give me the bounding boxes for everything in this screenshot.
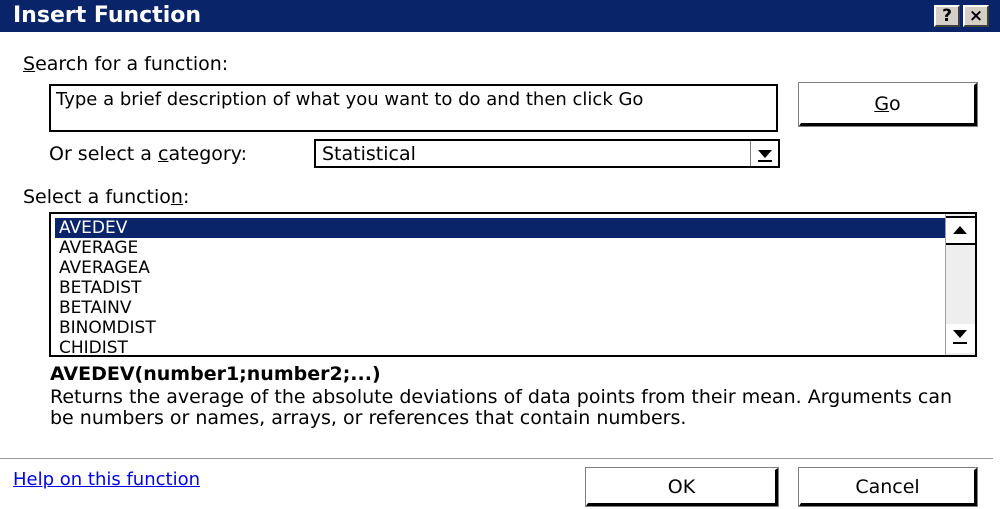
dialog-title: Insert Function [13, 3, 202, 28]
function-list[interactable]: AVEDEV AVERAGE AVERAGEA BETADIST BETAINV… [49, 212, 977, 357]
chevron-down-icon [758, 150, 772, 158]
ok-button[interactable]: OK [585, 467, 779, 507]
search-input[interactable]: Type a brief description of what you wan… [49, 84, 778, 132]
scroll-up-button[interactable] [946, 216, 975, 245]
function-list-label: Select a function: [23, 186, 190, 208]
function-syntax: AVEDEV(number1;number2;...) [50, 363, 381, 385]
function-description: Returns the average of the absolute devi… [50, 386, 953, 429]
title-bar[interactable]: Insert Function ? × [0, 0, 1000, 32]
list-item[interactable]: BINOMDIST [55, 318, 945, 338]
arrow-down-icon [953, 330, 967, 338]
scroll-down-button[interactable] [946, 324, 975, 353]
category-select[interactable]: Statistical [314, 139, 780, 168]
category-label: Or select a category: [49, 143, 247, 165]
divider [0, 458, 993, 459]
list-item[interactable]: AVERAGEA [55, 258, 945, 278]
go-button[interactable]: Go [798, 82, 978, 127]
dropdown-arrow-button[interactable] [750, 141, 778, 166]
list-item[interactable]: AVERAGE [55, 238, 945, 258]
close-button[interactable]: × [963, 5, 989, 27]
category-value: Statistical [322, 143, 416, 165]
cancel-button[interactable]: Cancel [798, 467, 978, 507]
list-scrollbar[interactable] [945, 214, 975, 355]
help-link[interactable]: Help on this function [13, 469, 200, 491]
arrow-up-icon [953, 226, 967, 234]
list-item[interactable]: BETADIST [55, 278, 945, 298]
search-label: Search for a function: [23, 53, 229, 75]
help-button[interactable]: ? [934, 5, 960, 27]
list-item[interactable]: AVEDEV [55, 218, 945, 238]
list-item[interactable]: CHIDIST [55, 338, 945, 355]
list-item[interactable]: BETAINV [55, 298, 945, 318]
